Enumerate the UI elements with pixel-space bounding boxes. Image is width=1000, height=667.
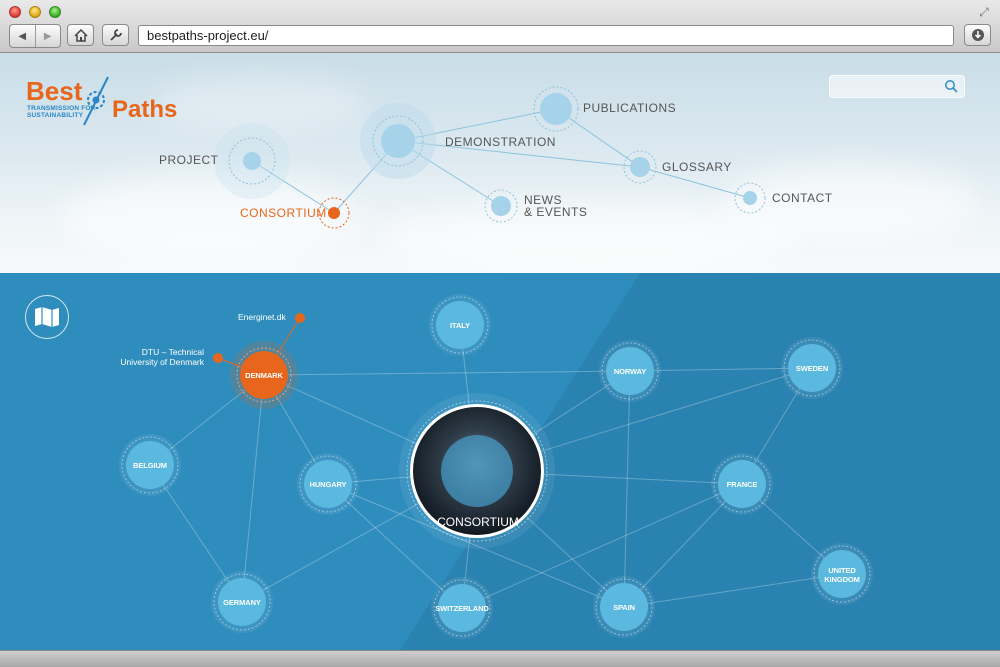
window-close-button[interactable] <box>9 6 21 18</box>
nav-project[interactable]: PROJECT <box>159 153 219 167</box>
map-icon <box>35 307 59 327</box>
tools-icon <box>109 29 122 41</box>
logo-best-text[interactable]: Best <box>26 76 82 107</box>
window-bottom-bar <box>0 650 1000 667</box>
history-nav: ◀ ▶ <box>9 24 61 48</box>
web-page: Best TRANSMISSION FOR SUSTAINABILITY Pat… <box>0 53 1000 650</box>
home-icon <box>73 28 88 42</box>
nav-publications[interactable]: PUBLICATIONS <box>583 101 676 115</box>
search-icon[interactable] <box>944 79 958 93</box>
address-bar[interactable]: bestpaths-project.eu/ <box>138 25 954 46</box>
window-zoom-button[interactable] <box>49 6 61 18</box>
country-germany[interactable]: GERMANY <box>207 598 277 607</box>
nav-contact[interactable]: CONTACT <box>772 191 833 205</box>
forward-button[interactable]: ▶ <box>36 25 61 47</box>
logo-paths-text[interactable]: Paths <box>112 96 177 124</box>
download-button[interactable] <box>964 24 991 46</box>
fullscreen-icon[interactable]: ⤢ <box>976 4 992 20</box>
logo-tagline: TRANSMISSION FOR SUSTAINABILITY <box>27 105 96 119</box>
country-italy[interactable]: ITALY <box>425 321 495 330</box>
partner-node <box>213 353 223 363</box>
chevron-left-icon: ◀ <box>18 30 27 42</box>
nav-news-events[interactable]: NEWS & EVENTS <box>524 194 587 218</box>
map-view-button[interactable] <box>25 295 69 339</box>
browser-toolbar: ⤢ ◀ ▶ bestpaths-project.eu/ <box>0 0 1000 53</box>
country-spain[interactable]: SPAIN <box>589 603 659 612</box>
country-united-kingdom[interactable]: UNITED KINGDOM <box>807 566 877 584</box>
country-hungary[interactable]: HUNGARY <box>293 480 363 489</box>
consortium-center-label[interactable]: CONSORTIUM <box>428 515 528 529</box>
country-france[interactable]: FRANCE <box>707 480 777 489</box>
chevron-right-icon: ▶ <box>43 30 52 42</box>
country-norway[interactable]: NORWAY <box>595 367 665 376</box>
country-denmark[interactable]: DENMARK <box>229 371 299 380</box>
nav-glossary[interactable]: GLOSSARY <box>662 160 732 174</box>
nav-demonstration[interactable]: DEMONSTRATION <box>445 135 556 149</box>
back-button[interactable]: ◀ <box>10 25 36 47</box>
header-sky: Best TRANSMISSION FOR SUSTAINABILITY Pat… <box>0 53 1000 273</box>
window-minimize-button[interactable] <box>29 6 41 18</box>
download-icon <box>971 29 984 41</box>
country-sweden[interactable]: SWEDEN <box>777 364 847 373</box>
home-button[interactable] <box>67 24 94 46</box>
nav-consortium[interactable]: CONSORTIUM <box>240 206 327 220</box>
partner-energinet[interactable]: Energinet.dk <box>238 312 286 322</box>
settings-button[interactable] <box>102 24 129 46</box>
search-input[interactable] <box>829 75 965 98</box>
partner-dtu[interactable]: DTU – Technical University of Denmark <box>112 347 204 367</box>
country-belgium[interactable]: BELGIUM <box>115 461 185 470</box>
consortium-network: Energinet.dk DTU – Technical University … <box>0 273 1000 650</box>
partner-node <box>295 313 305 323</box>
country-switzerland[interactable]: SWITZERLAND <box>427 604 497 613</box>
